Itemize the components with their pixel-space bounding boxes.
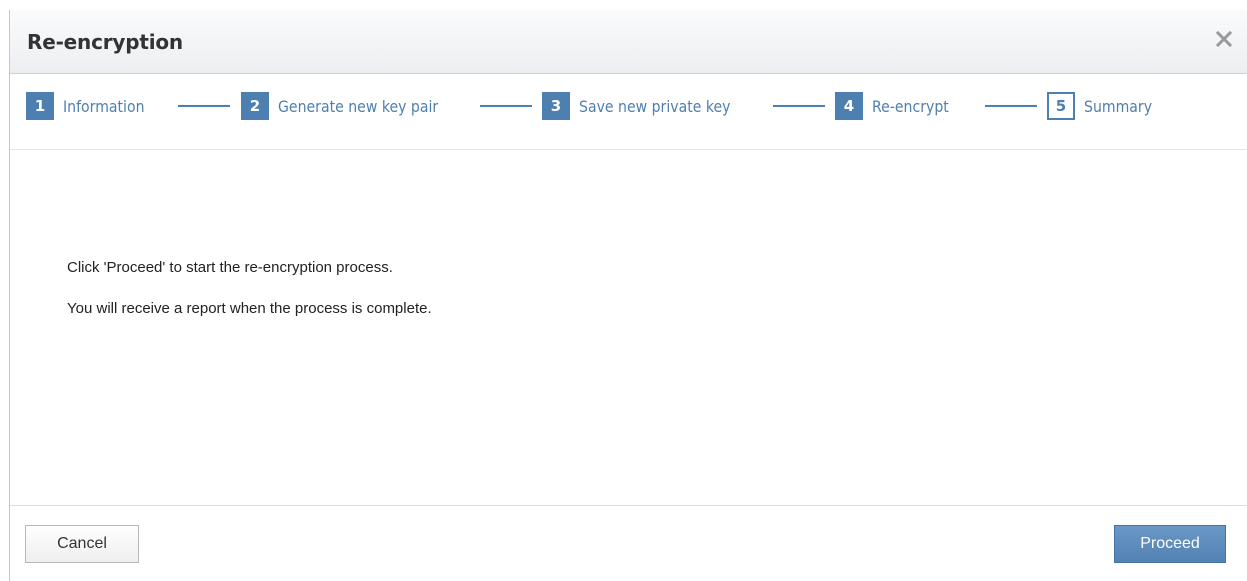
dialog-footer: Cancel Proceed [10,505,1247,581]
step-number: 2 [241,92,269,120]
step-label: Re-encrypt [872,96,949,116]
report-notice-text: You will receive a report when the proce… [67,300,432,317]
step-label: Generate new key pair [278,96,439,116]
instruction-text: Click 'Proceed' to start the re-encrypti… [67,259,393,276]
re-encryption-dialog: Re-encryption 1 Information 2 Generate n… [9,10,1247,581]
step-connector [985,105,1037,107]
step-number: 1 [26,92,54,120]
step-generate-new-key-pair[interactable]: 2 Generate new key pair [241,92,460,120]
step-information[interactable]: 1 Information [26,92,156,120]
step-connector [773,105,825,107]
step-label: Summary [1084,96,1153,116]
step-re-encrypt[interactable]: 4 Re-encrypt [835,92,959,120]
step-number: 3 [542,92,570,120]
step-number: 5 [1047,92,1075,120]
proceed-button[interactable]: Proceed [1114,525,1226,563]
step-connector [480,105,532,107]
wizard-steps: 1 Information 2 Generate new key pair 3 … [10,74,1247,150]
dialog-title: Re-encryption [27,30,183,54]
dialog-title-bar: Re-encryption [10,10,1247,74]
step-connector [178,105,230,107]
dialog-content: Click 'Proceed' to start the re-encrypti… [10,150,1247,505]
step-save-new-private-key[interactable]: 3 Save new private key [542,92,751,120]
close-icon[interactable] [1211,26,1237,52]
step-summary[interactable]: 5 Summary [1047,92,1161,120]
step-label: Information [63,96,145,116]
cancel-button[interactable]: Cancel [25,525,139,563]
step-number: 4 [835,92,863,120]
step-label: Save new private key [579,96,731,116]
